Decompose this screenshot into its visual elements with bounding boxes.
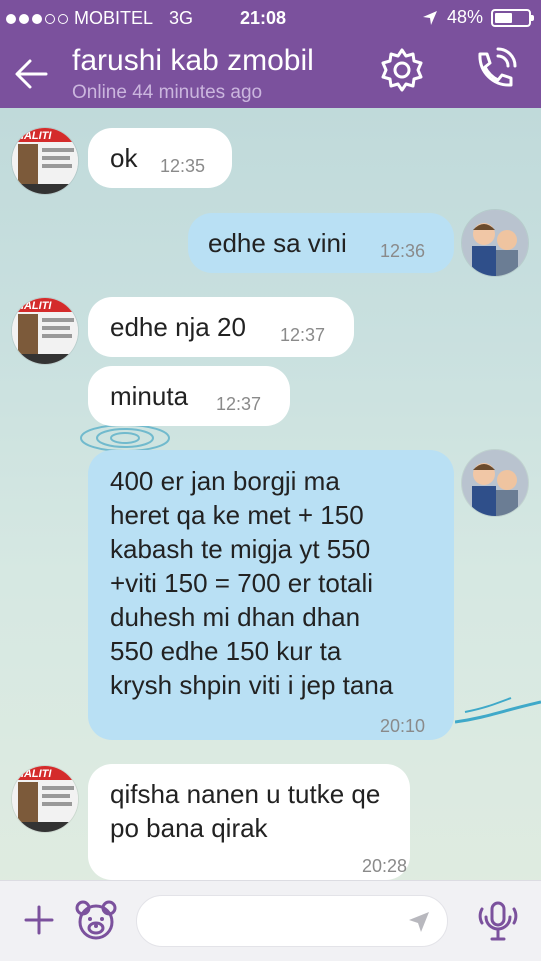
contact-avatar[interactable]: HALITI [12,128,78,194]
message-line: 550 edhe 150 kur ta [110,636,342,666]
clock: 21:08 [240,8,287,28]
chat-header: MOBITEL 3G 21:08 48% farushi kab zmobil … [0,0,541,108]
message-bubble-outgoing[interactable]: edhe sa vini 12:36 [188,213,454,273]
carrier-info: MOBITEL 3G [6,8,193,29]
sticker-bear-icon[interactable] [74,899,118,941]
background-wave-decoration [455,697,541,724]
status-right: 48% [421,7,534,28]
message-line: duhesh mi dhan dhan [110,602,361,632]
message-time: 20:28 [362,856,408,876]
microphone-icon[interactable] [474,899,522,943]
back-arrow-icon[interactable] [12,54,52,94]
chat-subtitle: Online 44 minutes ago [72,82,263,103]
message-line: po bana qirak [110,813,268,843]
message-line: +viti 150 = 700 er totali [110,568,374,598]
network-type: 3G [169,8,194,28]
shop-logo-text: HALITI [16,130,52,142]
shop-logo-text: HALITI [16,768,52,780]
message-time: 12:37 [280,325,326,345]
composer-bar [0,880,541,961]
my-avatar[interactable] [462,210,528,276]
message-line: krysh shpin viti i jep tana [110,670,394,700]
message-time: 12:35 [160,156,206,176]
message-bubble-incoming[interactable]: ok 12:35 [88,128,232,188]
chat-title[interactable]: farushi kab zmobil [72,44,314,78]
message-bubble-incoming[interactable]: qifsha nanen u tutke qe po bana qirak 20… [88,764,410,880]
message-input[interactable] [136,895,448,947]
message-bubble-incoming[interactable]: edhe nja 20 12:37 [88,297,354,357]
message-text: ok [110,143,138,173]
message-line: 400 er jan borgji ma [110,466,340,496]
message-time: 12:37 [216,394,262,414]
message-bubble-outgoing[interactable]: 400 er jan borgji ma heret qa ke met + 1… [88,450,454,740]
gear-icon[interactable] [378,46,426,94]
location-arrow-icon [422,10,437,25]
phone-icon[interactable] [470,46,518,94]
message-bubble-incoming[interactable]: minuta 12:37 [88,366,290,426]
message-line: kabash te migja yt 550 [110,534,371,564]
message-time: 20:10 [380,716,426,736]
message-time: 12:36 [380,241,426,261]
message-text: edhe sa vini [208,228,347,258]
plus-icon[interactable] [22,903,56,937]
contact-avatar[interactable]: HALITI [12,298,78,364]
message-text: edhe nja 20 [110,312,246,342]
message-text: 400 er jan borgji ma heret qa ke met + 1… [110,464,393,702]
message-line: qifsha nanen u tutke qe [110,779,381,809]
battery-percent: 48% [446,7,483,27]
send-arrow-icon[interactable] [407,910,431,934]
message-text: minuta [110,381,189,411]
message-text: qifsha nanen u tutke qe po bana qirak [110,777,380,845]
battery-icon [491,8,534,27]
status-bar: MOBITEL 3G 21:08 48% [0,0,541,36]
carrier-name: MOBITEL [74,8,154,28]
contact-avatar[interactable]: HALITI [12,766,78,832]
signal-icon [6,13,68,24]
message-line: heret qa ke met + 150 [110,500,364,530]
shop-logo-text: HALITI [16,300,52,312]
my-avatar[interactable] [462,450,528,516]
